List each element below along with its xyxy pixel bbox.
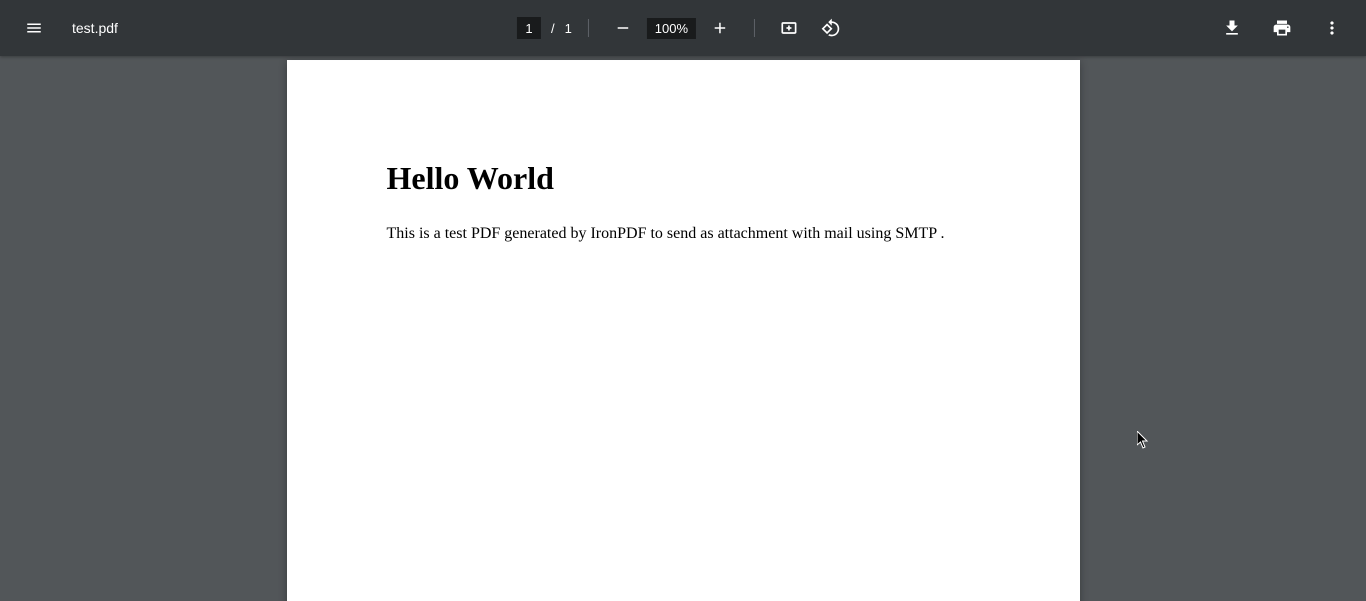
- document-body: This is a test PDF generated by IronPDF …: [387, 225, 980, 243]
- zoom-in-button[interactable]: [702, 10, 738, 46]
- current-page-input[interactable]: [517, 17, 541, 39]
- toolbar-center: / 1 100%: [517, 10, 849, 46]
- toolbar-divider: [588, 19, 589, 37]
- minus-icon: [614, 19, 632, 37]
- download-icon: [1222, 18, 1242, 38]
- hamburger-icon: [25, 19, 43, 37]
- filename-label: test.pdf: [72, 20, 118, 36]
- print-icon: [1272, 18, 1292, 38]
- fit-page-icon: [779, 18, 799, 38]
- total-pages-label: 1: [565, 21, 572, 36]
- document-heading: Hello World: [387, 160, 980, 197]
- toolbar-right: [1214, 10, 1350, 46]
- fit-page-button[interactable]: [771, 10, 807, 46]
- print-button[interactable]: [1264, 10, 1300, 46]
- rotate-button[interactable]: [813, 10, 849, 46]
- rotate-icon: [821, 18, 841, 38]
- toolbar-left: test.pdf: [16, 10, 118, 46]
- download-button[interactable]: [1214, 10, 1250, 46]
- toolbar-divider: [754, 19, 755, 37]
- page-separator: /: [551, 21, 555, 36]
- pdf-page: Hello World This is a test PDF generated…: [287, 60, 1080, 601]
- zoom-level-label: 100%: [647, 18, 696, 39]
- pdf-toolbar: test.pdf / 1 100%: [0, 0, 1366, 56]
- menu-button[interactable]: [16, 10, 52, 46]
- zoom-out-button[interactable]: [605, 10, 641, 46]
- plus-icon: [711, 19, 729, 37]
- pdf-viewer[interactable]: Hello World This is a test PDF generated…: [0, 56, 1366, 601]
- more-vertical-icon: [1322, 18, 1342, 38]
- more-options-button[interactable]: [1314, 10, 1350, 46]
